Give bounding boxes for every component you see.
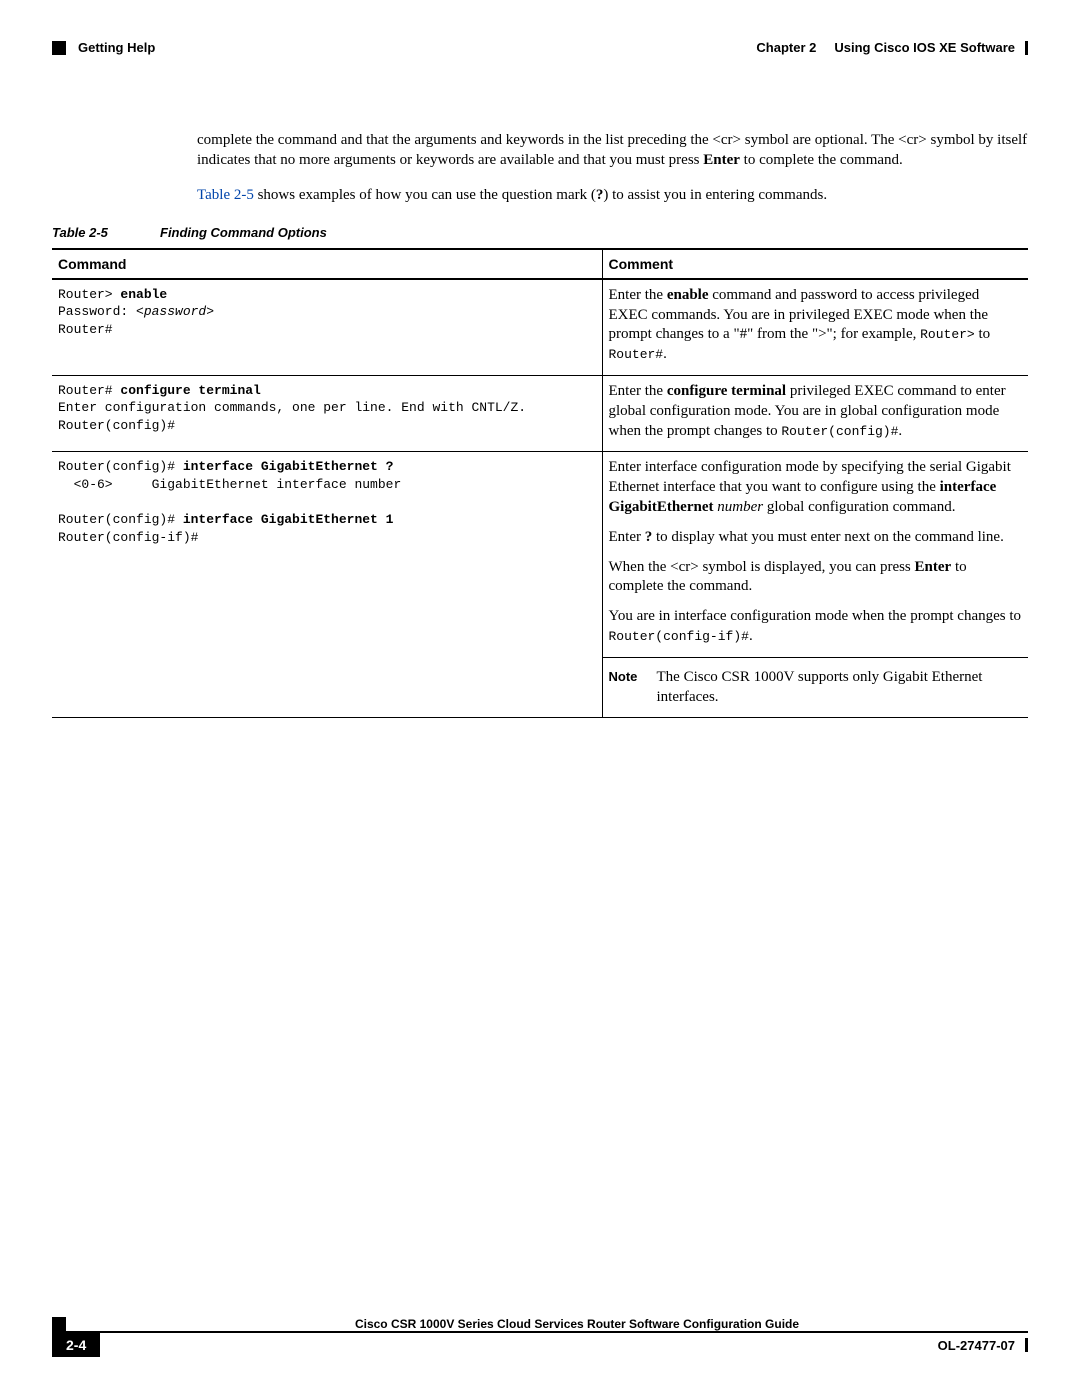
footer-bar-icon: [1025, 1338, 1028, 1352]
table-ref-link[interactable]: Table 2-5: [197, 187, 254, 203]
table-row: Router(config)# interface GigabitEtherne…: [52, 452, 1028, 718]
body-paragraphs: complete the command and that the argume…: [197, 130, 1028, 205]
command-block: Router# configure terminal Enter configu…: [58, 382, 596, 435]
comment-block: Enter the configure terminal privileged …: [602, 375, 1028, 451]
col-command: Command: [52, 249, 602, 279]
table-row: Router> enable Password: <password> Rout…: [52, 279, 1028, 376]
chapter-label: Chapter 2: [756, 40, 816, 55]
section-name: Getting Help: [78, 40, 155, 55]
body-para-1: complete the command and that the argume…: [197, 130, 1028, 171]
page-footer: Cisco CSR 1000V Series Cloud Services Ro…: [52, 1317, 1028, 1357]
comment-block: Enter the enable command and password to…: [602, 279, 1028, 376]
page-number: 2-4: [52, 1333, 100, 1357]
command-block: Router> enable Password: <password> Rout…: [58, 286, 596, 339]
header-chapter: Chapter 2 Using Cisco IOS XE Software: [756, 40, 1028, 55]
page-header: Getting Help Chapter 2 Using Cisco IOS X…: [52, 40, 1028, 70]
body-para-2: Table 2-5 shows examples of how you can …: [197, 185, 1028, 205]
table-caption: Table 2-5 Finding Command Options: [52, 225, 1028, 240]
table-title: Finding Command Options: [160, 225, 327, 240]
footer-doc-id: OL-27477-07: [938, 1338, 1028, 1353]
command-block: Router(config)# interface GigabitEtherne…: [58, 458, 596, 546]
command-table: Command Comment Router> enable Password:…: [52, 248, 1028, 719]
note-block: Note The Cisco CSR 1000V supports only G…: [609, 662, 1023, 708]
note-label: Note: [609, 668, 657, 708]
header-bar-icon: [1025, 41, 1028, 55]
header-section: Getting Help: [52, 40, 155, 55]
footer-square-icon: [52, 1317, 66, 1331]
table-row: Router# configure terminal Enter configu…: [52, 375, 1028, 451]
note-body: The Cisco CSR 1000V supports only Gigabi…: [657, 668, 1023, 708]
chapter-title: Using Cisco IOS XE Software: [834, 40, 1015, 55]
table-number: Table 2-5: [52, 225, 160, 240]
col-comment: Comment: [602, 249, 1028, 279]
header-square-icon: [52, 41, 66, 55]
document-page: Getting Help Chapter 2 Using Cisco IOS X…: [0, 0, 1080, 1397]
footer-doc-title: Cisco CSR 1000V Series Cloud Services Ro…: [126, 1317, 1028, 1331]
comment-block: Enter interface configuration mode by sp…: [602, 452, 1028, 718]
